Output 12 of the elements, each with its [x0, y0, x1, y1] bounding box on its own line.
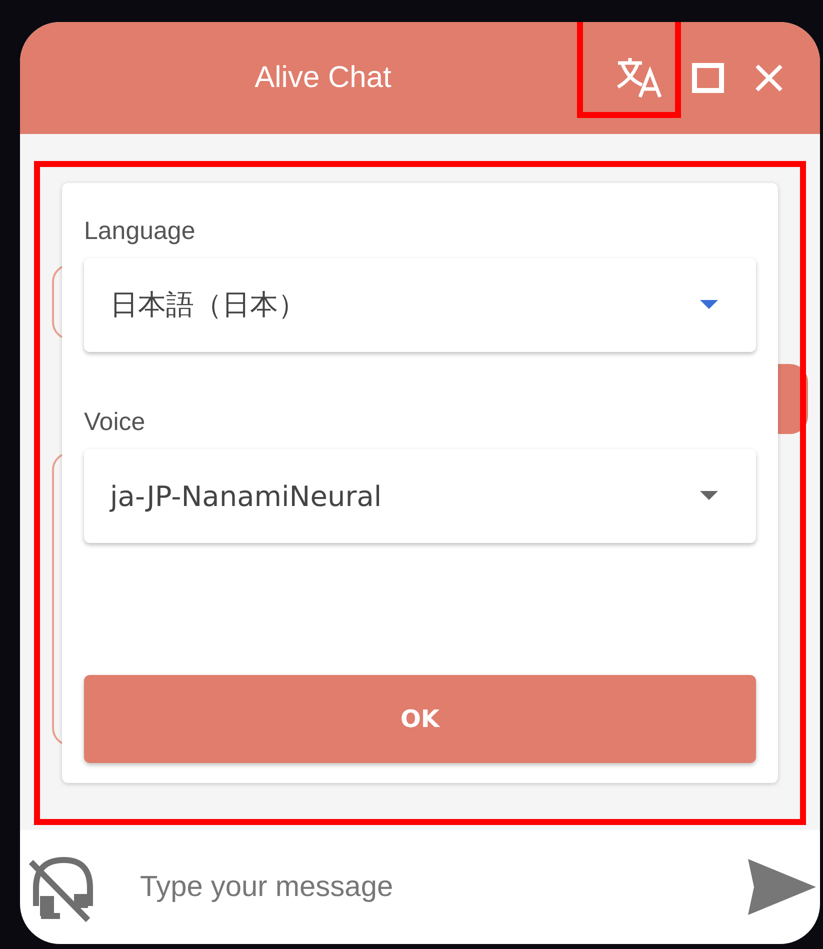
field-label: Language — [84, 217, 196, 246]
maximize-icon — [692, 63, 724, 93]
select-value: ja-JP-NanamiNeural — [110, 480, 382, 512]
select-field[interactable]: ja-JP-NanamiNeural — [84, 449, 756, 543]
select-value: 日本語（日本） — [110, 287, 306, 323]
field-label: Voice — [84, 408, 146, 437]
send-icon[interactable] — [746, 857, 816, 917]
select-field[interactable]: 日本語（日本） — [84, 258, 756, 352]
translate-icon — [616, 57, 662, 99]
window-title: Alive Chat — [254, 61, 392, 95]
close-icon — [754, 63, 784, 93]
message-input[interactable]: Type your message — [138, 870, 746, 904]
